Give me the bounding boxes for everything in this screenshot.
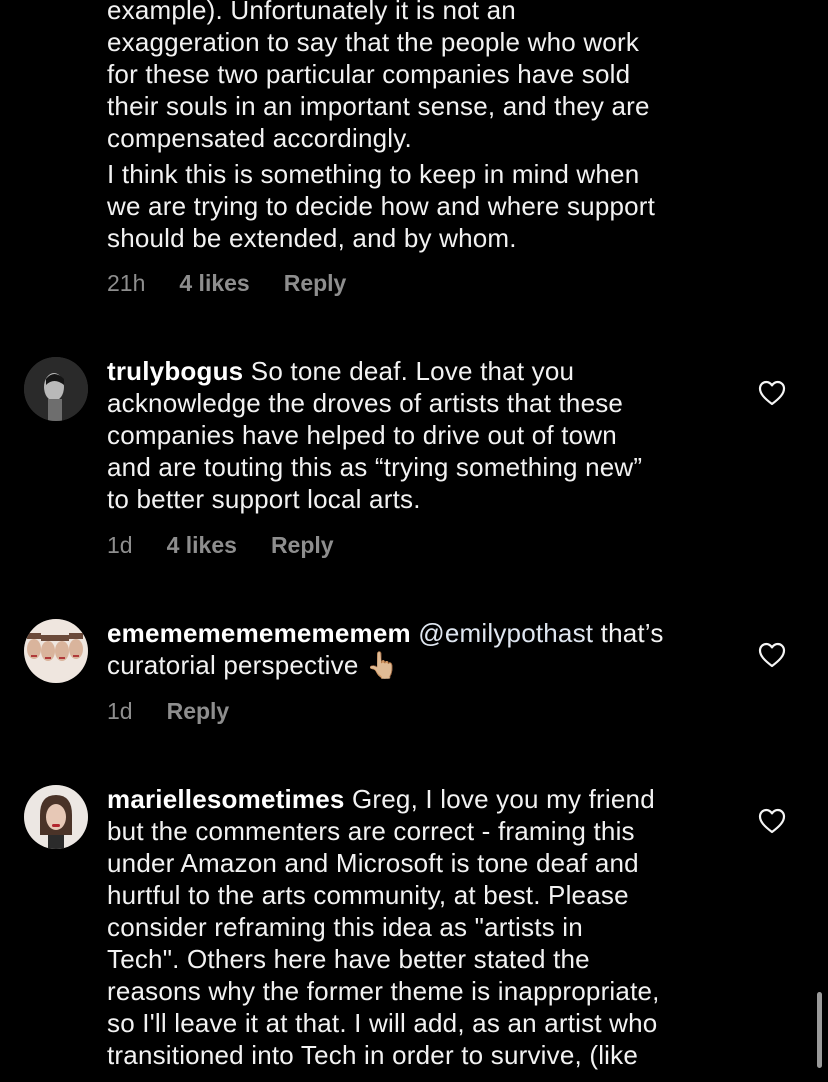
comment-meta: 21h 4 likes Reply bbox=[107, 270, 380, 297]
reply-button[interactable]: Reply bbox=[167, 698, 230, 725]
comment-line: So tone deaf. Love that you bbox=[250, 356, 575, 386]
comment-line: under Amazon and Microsoft is tone deaf … bbox=[107, 848, 639, 878]
comment-line: acknowledge the droves of artists that t… bbox=[107, 388, 624, 418]
comment-line: exaggeration to say that the people who … bbox=[107, 27, 640, 57]
comment-line: consider reframing this idea as "artists… bbox=[107, 912, 583, 942]
comment-time: 1d bbox=[107, 698, 133, 724]
comment-line: hurtful to the arts community, at best. … bbox=[107, 880, 629, 910]
comment-line: should be extended, and by whom. bbox=[107, 223, 517, 253]
comment-text: mariellesometimes Greg, I love you my fr… bbox=[107, 783, 727, 1071]
comment-line: I think this is something to keep in min… bbox=[107, 159, 640, 189]
comment-line: but the commenters are correct - framing… bbox=[107, 816, 635, 846]
comment-meta: 1d 4 likes Reply bbox=[107, 532, 368, 559]
avatar[interactable] bbox=[24, 785, 88, 849]
avatar-icon bbox=[24, 619, 88, 683]
comment-line: their souls in an important sense, and t… bbox=[107, 91, 650, 121]
comment-text: example). Unfortunately it is not an exa… bbox=[107, 0, 727, 254]
avatar[interactable] bbox=[24, 357, 88, 421]
comment-line: transitioned into Tech in order to survi… bbox=[107, 1040, 639, 1070]
avatar-icon bbox=[24, 357, 88, 421]
likes-count-button[interactable]: 4 likes bbox=[179, 270, 249, 297]
comment-time: 21h bbox=[107, 270, 146, 296]
likes-count-button[interactable]: 4 likes bbox=[167, 532, 237, 559]
scrollbar[interactable] bbox=[817, 992, 822, 1068]
comment-text: emememememememem @emilypothast that’s cu… bbox=[107, 617, 727, 681]
avatar[interactable] bbox=[24, 619, 88, 683]
username-link[interactable]: mariellesometimes bbox=[107, 784, 345, 814]
reply-button[interactable]: Reply bbox=[271, 532, 334, 559]
heart-icon[interactable] bbox=[758, 808, 786, 834]
reply-button[interactable]: Reply bbox=[284, 270, 347, 297]
comment-meta: 1d Reply bbox=[107, 698, 263, 725]
username-link[interactable]: trulybogus bbox=[107, 356, 243, 386]
avatar-icon bbox=[24, 785, 88, 849]
comment-time: 1d bbox=[107, 532, 133, 558]
comment-line: and are touting this as “trying somethin… bbox=[107, 452, 643, 482]
comment-line: that’s bbox=[593, 618, 664, 648]
comment-line: we are trying to decide how and where su… bbox=[107, 191, 656, 221]
comment-text: trulybogus So tone deaf. Love that you a… bbox=[107, 355, 727, 515]
comment-line: to better support local arts. bbox=[107, 484, 421, 514]
pointing-up-emoji: 👆🏼 bbox=[365, 650, 399, 680]
comment-line: example). Unfortunately it is not an bbox=[107, 0, 516, 25]
comment-line: curatorial perspective bbox=[107, 650, 359, 680]
comment-line: reasons why the former theme is inapprop… bbox=[107, 976, 660, 1006]
comment-line: companies have helped to drive out of to… bbox=[107, 420, 617, 450]
comment-line: for these two particular companies have … bbox=[107, 59, 631, 89]
comment-line: so I'll leave it at that. I will add, as… bbox=[107, 1008, 658, 1038]
mention-link[interactable]: @emilypothast bbox=[418, 618, 593, 648]
comment-line: Greg, I love you my friend bbox=[351, 784, 655, 814]
comment-line: Tech". Others here have better stated th… bbox=[107, 944, 590, 974]
heart-icon[interactable] bbox=[758, 642, 786, 668]
username-link[interactable]: emememememememem bbox=[107, 618, 411, 648]
comment-line: compensated accordingly. bbox=[107, 123, 412, 153]
heart-icon[interactable] bbox=[758, 380, 786, 406]
